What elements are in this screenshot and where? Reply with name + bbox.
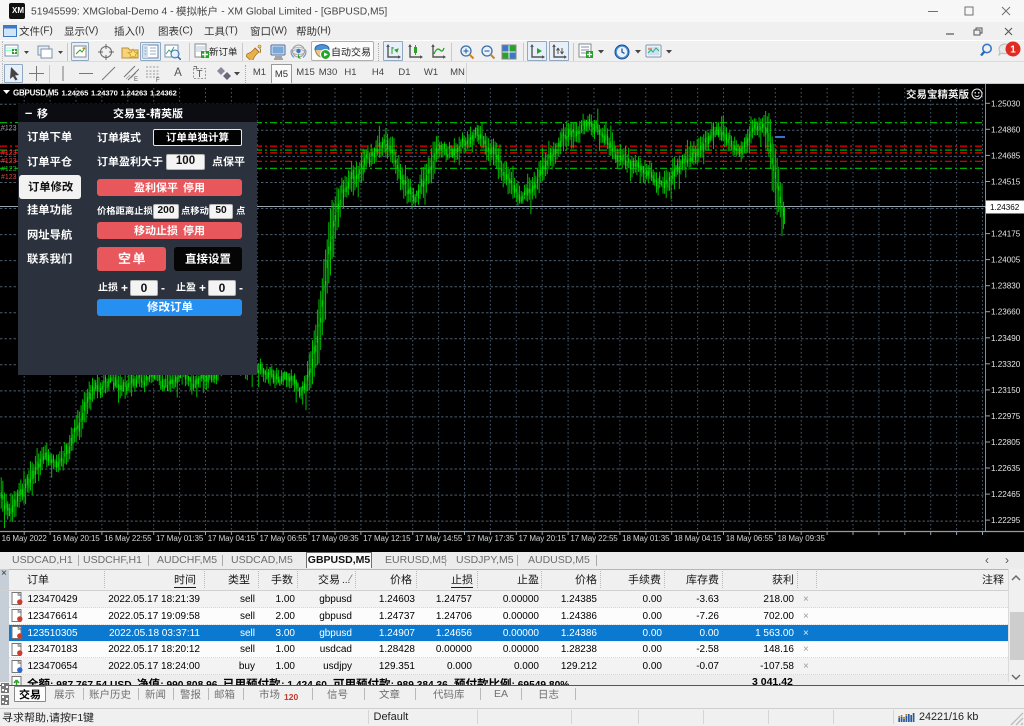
svg-text:GBPUSD,M5: GBPUSD,M5 [13, 89, 59, 98]
svg-text:1.24175: 1.24175 [991, 230, 1021, 239]
svg-text:1.24362: 1.24362 [150, 89, 177, 98]
svg-text:16 May 2022: 16 May 2022 [2, 534, 48, 543]
svg-text:1.24265: 1.24265 [62, 89, 90, 98]
svg-text:1.24263: 1.24263 [121, 89, 148, 98]
svg-text:1.24685: 1.24685 [991, 151, 1021, 160]
svg-text:16 May 22:55: 16 May 22:55 [104, 534, 152, 543]
svg-text:1.25030: 1.25030 [991, 99, 1021, 108]
svg-text:1.24515: 1.24515 [991, 178, 1021, 187]
svg-text:F: F [156, 78, 160, 82]
svg-text:1.22975: 1.22975 [991, 412, 1021, 421]
svg-text:18 May 09:35: 18 May 09:35 [778, 534, 826, 543]
svg-text:#123: #123 [1, 150, 17, 157]
svg-text:17 May 12:15: 17 May 12:15 [363, 534, 411, 543]
svg-text:1.24860: 1.24860 [991, 125, 1021, 134]
svg-text:16 May 20:15: 16 May 20:15 [52, 534, 100, 543]
svg-text:#123: #123 [1, 158, 17, 165]
svg-text:1.22635: 1.22635 [991, 464, 1021, 473]
svg-text:1.24005: 1.24005 [991, 256, 1021, 265]
svg-text:18 May 01:35: 18 May 01:35 [622, 534, 670, 543]
svg-text:1.23830: 1.23830 [991, 282, 1021, 291]
svg-text:1.24362: 1.24362 [990, 203, 1020, 212]
svg-text:1.23320: 1.23320 [991, 360, 1021, 369]
svg-text:1.23150: 1.23150 [991, 386, 1021, 395]
svg-text:17 May 09:35: 17 May 09:35 [311, 534, 359, 543]
svg-text:1.22465: 1.22465 [991, 490, 1021, 499]
svg-text:1.23490: 1.23490 [991, 334, 1021, 343]
svg-text:17 May 22:55: 17 May 22:55 [570, 534, 618, 543]
svg-text:17 May 14:55: 17 May 14:55 [415, 534, 463, 543]
svg-text:1.24370: 1.24370 [91, 89, 118, 98]
svg-text:17 May 06:55: 17 May 06:55 [260, 534, 308, 543]
svg-text:1.22805: 1.22805 [991, 438, 1021, 447]
svg-text:1.23660: 1.23660 [991, 308, 1021, 317]
svg-text:17 May 01:35: 17 May 01:35 [156, 534, 204, 543]
svg-text:1: 1 [1010, 45, 1016, 56]
svg-text:17 May 17:35: 17 May 17:35 [467, 534, 515, 543]
svg-text:18 May 06:55: 18 May 06:55 [726, 534, 774, 543]
svg-text:T: T [196, 69, 202, 80]
svg-text:18 May 04:15: 18 May 04:15 [674, 534, 722, 543]
svg-text:#123: #123 [1, 166, 17, 173]
svg-text:#123: #123 [1, 174, 17, 181]
svg-text:E: E [134, 77, 138, 82]
svg-text:17 May 20:15: 17 May 20:15 [519, 534, 567, 543]
svg-text:#123: #123 [1, 125, 17, 132]
svg-text:17 May 04:15: 17 May 04:15 [208, 534, 256, 543]
svg-text:1.22295: 1.22295 [991, 516, 1021, 525]
